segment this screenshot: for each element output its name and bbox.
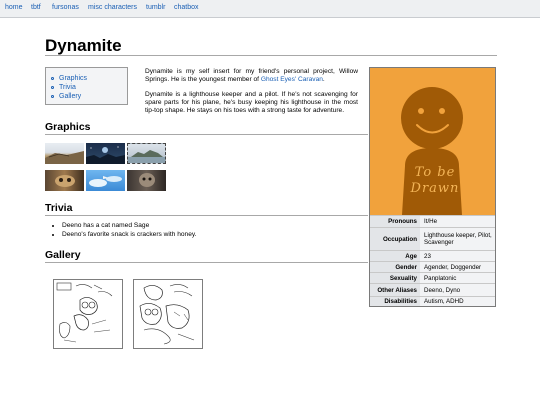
intro-paragraph-2: Dynamite is a lighthouse keeper and a pi… (145, 91, 358, 114)
nav-fursonas[interactable]: fursonas (52, 4, 79, 11)
infobox-label: Gender (370, 262, 420, 272)
infobox-label: Age (370, 251, 420, 261)
infobox-value: Lighthouse keeper, Pilot, Scavenger (424, 232, 492, 246)
infobox-value: Deeno, Dyno (424, 286, 461, 294)
toc-trivia-link[interactable]: Trivia (51, 84, 76, 91)
nav-tumblr[interactable]: tumblr (146, 4, 165, 11)
graphic-thumbnail-6[interactable] (127, 170, 166, 191)
infobox-value: Panplatonic (424, 274, 457, 282)
section-heading-trivia: Trivia (45, 202, 73, 214)
character-art-image (55, 175, 75, 187)
section-heading-gallery: Gallery (45, 249, 81, 261)
graphic-thumbnail-4[interactable] (45, 170, 84, 191)
infobox-label: Occupation (370, 228, 420, 250)
trivia-list: Deeno has a cat named Sage Deeno's favor… (50, 222, 197, 240)
ghost-eyes-caravan-link[interactable]: Ghost Eyes' Caravan (261, 76, 323, 83)
infobox-row-disabilities: Disabilities Autism, ADHD (370, 296, 495, 306)
toc-graphics-link[interactable]: Graphics (51, 75, 87, 82)
bullet-icon (51, 77, 54, 80)
graphics-divider (45, 134, 368, 135)
infobox-row-sexuality: Sexuality Panplatonic (370, 272, 495, 283)
infobox-row-age: Age 23 (370, 250, 495, 261)
landscape-image (45, 151, 84, 164)
infobox-value: It/He (424, 218, 438, 225)
nav-misc-characters[interactable]: misc characters (88, 4, 137, 11)
infobox-value: 23 (424, 252, 431, 260)
infobox-row-pronouns: Pronouns It/He (370, 215, 495, 227)
table-of-contents: Graphics Trivia Gallery (45, 67, 128, 105)
nav-home[interactable]: home (5, 4, 23, 11)
infobox-label: Other Aliases (370, 284, 420, 296)
page-title: Dynamite (45, 36, 122, 55)
infobox-label: Disabilities (370, 297, 420, 306)
graphic-thumbnail-5[interactable] (86, 170, 125, 191)
infobox-row-other-aliases: Other Aliases Deeno, Dyno (370, 283, 495, 296)
nav-chatbox[interactable]: chatbox (174, 4, 199, 11)
island-image (128, 150, 165, 163)
trivia-item: Deeno's favorite snack is crackers with … (62, 231, 197, 238)
character-portrait: To be Drawn (370, 68, 495, 215)
gallery-sketch-1[interactable] (53, 279, 123, 349)
sketch-image (139, 284, 195, 345)
section-heading-graphics: Graphics (45, 121, 91, 133)
graphic-thumbnail-2[interactable] (86, 143, 125, 164)
infobox-row-gender: Gender Agender, Doggender (370, 261, 495, 272)
infobox-row-occupation: Occupation Lighthouse keeper, Pilot, Sca… (370, 227, 495, 250)
character-infobox: To be Drawn Pronouns It/He Occupation Li… (369, 67, 496, 307)
graphic-thumbnail-1[interactable] (45, 143, 84, 164)
night-city-image (86, 146, 125, 164)
graphic-thumbnail-3[interactable] (127, 143, 166, 164)
top-nav: home tbtf fursonas misc characters tumbl… (0, 0, 540, 18)
trivia-divider (45, 215, 368, 216)
infobox-value: Autism, ADHD (424, 298, 464, 305)
bullet-icon (51, 95, 54, 98)
sketch-image (56, 282, 113, 343)
sky-image (89, 176, 122, 187)
bullet-icon (51, 86, 54, 89)
infobox-label: Sexuality (370, 273, 420, 283)
portrait-image (139, 173, 155, 187)
trivia-item: Deeno has a cat named Sage (62, 222, 197, 229)
nav-tbtf[interactable]: tbtf (31, 4, 41, 11)
toc-gallery-link[interactable]: Gallery (51, 93, 81, 100)
gallery-divider (45, 262, 368, 263)
gallery-sketch-2[interactable] (133, 279, 203, 349)
infobox-value: Agender, Doggender (424, 263, 482, 271)
infobox-label: Pronouns (370, 216, 420, 227)
portrait-placeholder-text: To be Drawn (410, 165, 460, 196)
title-divider (45, 55, 497, 56)
intro-paragraph-1: Dynamite is my self insert for my friend… (145, 68, 358, 83)
